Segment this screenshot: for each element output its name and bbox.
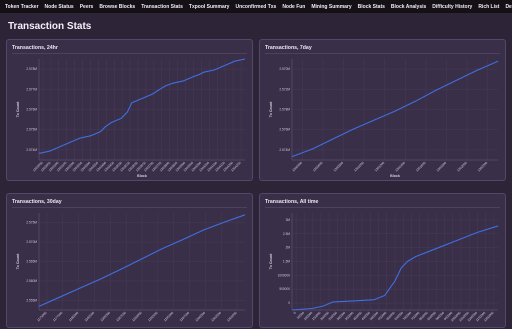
chart-panel-24hr: Transactions, 24hr 2.574M 2.575M 2.576M 2.5… <box>6 39 253 181</box>
x-tick-label: 1200800 <box>333 161 345 173</box>
x-tick-label: 1200000 <box>194 311 206 323</box>
y-axis-label: Tx Count <box>269 101 273 117</box>
x-tick-label: 1201200 <box>374 161 386 173</box>
chart-panel-30day: Transactions, 30day 2.555M 2.560M 2.565M 2.… <box>6 193 253 328</box>
nav-item-unconfirmed-txs[interactable]: Unconfirmed Txs <box>235 4 276 10</box>
y-tick-label: 2.574M <box>26 148 37 152</box>
chart-panel-7day: Transactions, 7day 2.574M 2.576M 2.578M 2.5… <box>259 39 506 181</box>
nav-item-block-stats[interactable]: Block Stats <box>358 4 385 10</box>
y-tick-label: 2.577M <box>26 87 37 91</box>
y-tick-label: 2.578M <box>26 67 37 71</box>
y-tick-label: 2.578M <box>279 108 290 112</box>
y-axis-label: Tx Count <box>269 253 273 269</box>
x-tick-label: 1185000 <box>100 311 112 323</box>
x-tick-label: 1201400 <box>394 161 406 173</box>
x-axis-label: Block <box>390 174 400 178</box>
x-tick-label: 1201600 <box>415 161 427 173</box>
y-tick-label: 3M <box>286 218 291 222</box>
nav-item-node-status[interactable]: Node Status <box>45 4 74 10</box>
nav-item-difficulty-history[interactable]: Difficulty History <box>432 4 472 10</box>
y-tick-label: 2.560M <box>26 279 37 283</box>
y-tick-label: 2M <box>286 246 291 250</box>
chart-7day: 2.574M 2.576M 2.578M 2.572M 2.570M 1200400 120… <box>269 59 499 178</box>
nav-item-block-analysis[interactable]: Block Analysis <box>391 4 426 10</box>
y-tick-label: 2.555M <box>26 298 37 302</box>
x-tick-label: 1175000 <box>36 311 48 323</box>
x-tick-label: 1182500 <box>84 311 96 323</box>
x-tick-label: 1202200 <box>477 161 489 173</box>
nav-item-browse-blocks[interactable]: Browse Blocks <box>99 4 135 10</box>
nav-item-rich-list[interactable]: Rich List <box>478 4 499 10</box>
y-tick-label: 2.574M <box>279 148 290 152</box>
x-axis-label: Block <box>137 174 147 178</box>
chart-24hr: 2.574M2.575M2.576M2.577M2.578M1203000120… <box>16 58 246 178</box>
chart-panel-alltime: Transactions, All time 0 500000 1000000 1.5… <box>259 193 506 328</box>
x-tick-label: 0 <box>293 311 297 315</box>
nav-item-peers[interactable]: Peers <box>80 4 94 10</box>
y-tick-label: 1.5M <box>283 260 290 264</box>
nav-item-mining-summary[interactable]: Mining Summary <box>311 4 351 10</box>
x-tick-label: 1197500 <box>179 311 191 323</box>
y-tick-label: 2.570M <box>279 67 290 71</box>
x-tick-label: 1201800 <box>436 161 448 173</box>
nav-item-txpool-summary[interactable]: Txpool Summary <box>189 4 230 10</box>
nav-item-transaction-stats[interactable]: Transaction Stats <box>141 4 183 10</box>
nav-item-decoder[interactable]: Decoder <box>505 4 512 10</box>
x-tick-label: 1177500 <box>52 311 64 323</box>
x-tick-label: 1202500 <box>210 311 222 323</box>
y-tick-label: 2.565M <box>26 260 37 264</box>
nav-item-node-fun[interactable]: Node Fun <box>282 4 305 10</box>
x-tick-label: 1190000 <box>131 311 143 323</box>
chart-30day: 2.555M 2.560M 2.565M 2.570M 2.575M 1175000 117… <box>16 213 246 323</box>
x-tick-label: 1195000 <box>163 311 175 323</box>
x-tick-label: 1192500 <box>147 311 159 323</box>
y-tick-label: 2.570M <box>26 240 37 244</box>
x-tick-label: 1187500 <box>115 311 127 323</box>
y-tick-label: 500000 <box>279 287 290 291</box>
nav-item-token-tracker[interactable]: Token Tracker <box>5 4 39 10</box>
y-tick-label: 2.575M <box>26 128 37 132</box>
series-line <box>38 58 246 154</box>
x-tick-label: 1200400 <box>291 161 303 173</box>
x-tick-label: 1200600 <box>312 161 324 173</box>
y-tick-label: 2.576M <box>26 108 37 112</box>
y-tick-label: 0 <box>288 301 290 305</box>
y-axis-label: Tx Count <box>16 253 20 269</box>
x-tick-label: 1202000 <box>456 161 468 173</box>
x-tick-label: 1205000 <box>226 311 238 323</box>
chart-alltime: 050000010000001.5M2M2.5M3M0 5000010000015… <box>269 213 499 322</box>
x-tick-label: 1180000 <box>68 311 80 323</box>
top-navigation: Token Tracker Node Status Peers Browse Bloc… <box>0 0 512 13</box>
page-title: Transaction Stats <box>8 21 92 32</box>
y-axis-label: Tx Count <box>16 101 20 117</box>
y-tick-label: 2.575M <box>26 221 37 225</box>
y-tick-label: 2.576M <box>279 128 290 132</box>
x-tick-label: 1201000 <box>353 161 365 173</box>
y-tick-label: 2.572M <box>279 87 290 91</box>
y-tick-label: 1000000 <box>278 273 291 277</box>
y-tick-label: 2.5M <box>283 232 290 236</box>
